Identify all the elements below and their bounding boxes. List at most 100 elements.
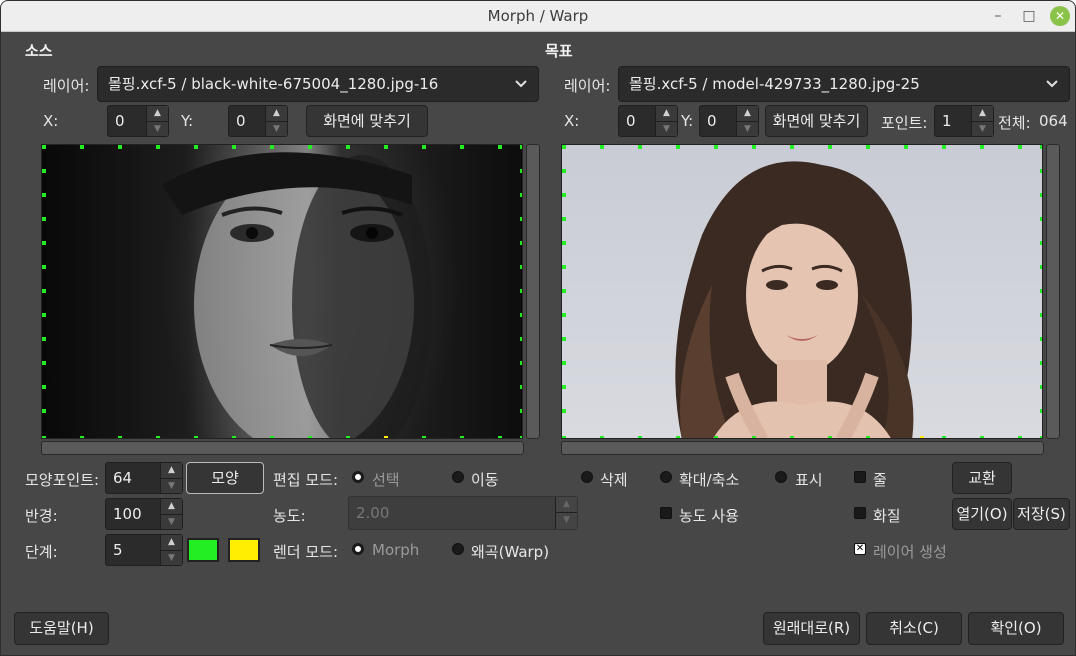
decrement-icon[interactable]: ▼ bbox=[161, 514, 182, 529]
chevron-down-icon bbox=[1046, 80, 1058, 88]
reset-button[interactable]: 원래대로(R) bbox=[763, 612, 860, 645]
close-button[interactable]: ✕ bbox=[1050, 6, 1070, 26]
target-y-spinner[interactable]: 0 ▲ ▼ bbox=[699, 105, 759, 137]
target-fit-button[interactable]: 화면에 맞추기 bbox=[765, 105, 868, 137]
source-layer-value: 몰핑.xcf-5 / black-white-675004_1280.jpg-1… bbox=[108, 75, 439, 93]
radio-edit-delete[interactable] bbox=[581, 471, 593, 483]
line-label: 줄 bbox=[873, 471, 887, 489]
radio-edit-zoom[interactable] bbox=[660, 471, 672, 483]
render-warp-label: 왜곡(Warp) bbox=[471, 543, 550, 561]
minimize-button[interactable]: – bbox=[988, 6, 1008, 26]
radio-edit-move[interactable] bbox=[452, 471, 464, 483]
shape-points-spinner[interactable]: 64 ▲ ▼ bbox=[105, 462, 183, 494]
decrement-icon[interactable]: ▼ bbox=[161, 478, 182, 493]
total-value: 064 bbox=[1039, 112, 1068, 130]
source-x-spinner[interactable]: 0 ▲ ▼ bbox=[107, 105, 169, 137]
decrement-icon[interactable]: ▼ bbox=[147, 121, 168, 136]
target-x-spinner[interactable]: 0 ▲ ▼ bbox=[618, 105, 678, 137]
radius-value: 100 bbox=[113, 505, 142, 523]
radio-edit-show[interactable] bbox=[775, 471, 787, 483]
cancel-button[interactable]: 취소(C) bbox=[866, 612, 962, 645]
checkbox-use-density[interactable] bbox=[660, 507, 672, 519]
render-morph-label: Morph bbox=[372, 541, 420, 559]
help-button[interactable]: 도움말(H) bbox=[14, 612, 109, 645]
maximize-button[interactable]: □ bbox=[1019, 6, 1039, 26]
radio-render-warp[interactable] bbox=[452, 543, 464, 555]
target-control-points[interactable] bbox=[562, 145, 1043, 439]
point-label: 포인트: bbox=[881, 114, 928, 132]
point-value: 1 bbox=[942, 112, 952, 130]
radius-spinner[interactable]: 100 ▲ ▼ bbox=[105, 498, 183, 530]
increment-icon[interactable]: ▲ bbox=[266, 106, 287, 121]
increment-icon[interactable]: ▲ bbox=[556, 497, 577, 512]
yellow-color-button[interactable] bbox=[228, 538, 260, 562]
density-spinner[interactable]: 2.00 ▲ ▼ bbox=[348, 496, 578, 530]
density-label: 농도: bbox=[273, 507, 306, 525]
render-mode-label: 렌더 모드: bbox=[273, 543, 339, 561]
increment-icon[interactable]: ▲ bbox=[737, 106, 758, 121]
steps-spinner[interactable]: 5 ▲ ▼ bbox=[105, 534, 183, 566]
source-layer-select[interactable]: 몰핑.xcf-5 / black-white-675004_1280.jpg-1… bbox=[97, 66, 539, 102]
density-value: 2.00 bbox=[356, 504, 390, 522]
increment-icon[interactable]: ▲ bbox=[972, 106, 993, 121]
decrement-icon[interactable]: ▼ bbox=[556, 512, 577, 527]
source-image-canvas[interactable] bbox=[41, 144, 523, 439]
total-label: 전체: bbox=[998, 114, 1031, 132]
checkbox-create-layer[interactable]: ✕ bbox=[854, 543, 866, 555]
target-title: 목표 bbox=[545, 42, 573, 60]
increment-icon[interactable]: ▲ bbox=[161, 463, 182, 478]
radius-label: 반경: bbox=[25, 507, 58, 525]
radio-render-morph[interactable] bbox=[352, 543, 364, 555]
decrement-icon[interactable]: ▼ bbox=[266, 121, 287, 136]
source-vertical-scrollbar[interactable] bbox=[526, 144, 540, 439]
increment-icon[interactable]: ▲ bbox=[147, 106, 168, 121]
steps-value: 5 bbox=[113, 541, 123, 559]
checkbox-quality[interactable] bbox=[854, 507, 866, 519]
swap-button[interactable]: 교환 bbox=[952, 462, 1012, 494]
target-vertical-scrollbar[interactable] bbox=[1046, 144, 1060, 439]
target-y-value: 0 bbox=[707, 112, 717, 130]
target-layer-select[interactable]: 몰핑.xcf-5 / model-429733_1280.jpg-25 bbox=[618, 66, 1070, 102]
increment-icon[interactable]: ▲ bbox=[656, 106, 677, 121]
source-y-label: Y: bbox=[181, 112, 194, 130]
edit-zoom-label: 확대/축소 bbox=[679, 471, 740, 489]
decrement-icon[interactable]: ▼ bbox=[972, 121, 993, 136]
open-button[interactable]: 열기(O) bbox=[952, 498, 1012, 530]
decrement-icon[interactable]: ▼ bbox=[737, 121, 758, 136]
source-x-label: X: bbox=[43, 112, 59, 130]
title-bar: Morph / Warp – □ ✕ bbox=[1, 1, 1075, 32]
target-x-value: 0 bbox=[626, 112, 636, 130]
ok-button[interactable]: 확인(O) bbox=[968, 612, 1064, 645]
decrement-icon[interactable]: ▼ bbox=[161, 550, 182, 565]
source-layer-label: 레이어: bbox=[43, 77, 90, 95]
source-fit-button[interactable]: 화면에 맞추기 bbox=[306, 105, 428, 137]
shape-points-value: 64 bbox=[113, 469, 133, 487]
save-button[interactable]: 저장(S) bbox=[1013, 498, 1070, 530]
target-horizontal-scrollbar[interactable] bbox=[561, 441, 1044, 455]
source-control-points[interactable] bbox=[42, 145, 523, 439]
target-layer-label: 레이어: bbox=[564, 77, 611, 95]
increment-icon[interactable]: ▲ bbox=[161, 535, 182, 550]
source-y-value: 0 bbox=[236, 112, 246, 130]
steps-label: 단계: bbox=[25, 543, 58, 561]
checkbox-line[interactable] bbox=[854, 471, 866, 483]
target-image-canvas[interactable] bbox=[561, 144, 1043, 439]
shape-button[interactable]: 모양 bbox=[186, 462, 264, 494]
edit-select-label: 선택 bbox=[372, 471, 400, 489]
edit-move-label: 이동 bbox=[471, 471, 499, 489]
morph-warp-dialog: Morph / Warp – □ ✕ 소스 레이어: 몰핑.xcf-5 / bl… bbox=[0, 0, 1076, 656]
use-density-label: 농도 사용 bbox=[679, 507, 739, 525]
edit-show-label: 표시 bbox=[795, 471, 823, 489]
source-x-value: 0 bbox=[115, 112, 125, 130]
target-x-label: X: bbox=[564, 112, 580, 130]
radio-edit-select[interactable] bbox=[352, 471, 364, 483]
decrement-icon[interactable]: ▼ bbox=[656, 121, 677, 136]
green-color-button[interactable] bbox=[187, 538, 219, 562]
source-horizontal-scrollbar[interactable] bbox=[41, 441, 524, 455]
point-spinner[interactable]: 1 ▲ ▼ bbox=[934, 105, 994, 137]
create-layer-label: 레이어 생성 bbox=[873, 543, 947, 561]
increment-icon[interactable]: ▲ bbox=[161, 499, 182, 514]
edit-delete-label: 삭제 bbox=[600, 471, 628, 489]
quality-label: 화질 bbox=[873, 507, 901, 525]
source-y-spinner[interactable]: 0 ▲ ▼ bbox=[228, 105, 288, 137]
